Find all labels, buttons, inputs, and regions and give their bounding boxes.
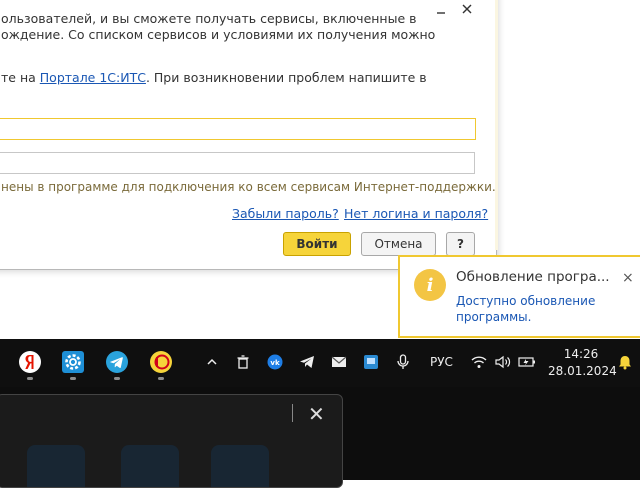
notification-close-icon[interactable]: × <box>622 270 634 286</box>
microphone-icon[interactable] <box>394 353 412 371</box>
info-icon: i <box>414 269 446 301</box>
taskbar: vk РУС 14:26 28.01.2024 <box>0 339 640 387</box>
portal-text-suffix: . При возникновении проблем напишите в <box>145 70 427 85</box>
forgot-password-link[interactable]: Забыли пароль? <box>232 206 339 221</box>
wifi-icon[interactable] <box>470 353 488 371</box>
yandex-browser-icon[interactable] <box>17 349 43 375</box>
telegram-icon[interactable] <box>104 349 130 375</box>
chevron-up-icon[interactable] <box>203 353 221 371</box>
app-running-indicator <box>27 377 33 380</box>
intro-text-line-1: ользователей, и вы сможете получать серв… <box>1 11 417 26</box>
update-notification[interactable]: i Обновление програ... × Доступно обновл… <box>398 255 640 338</box>
notification-text[interactable]: Доступно обновление программы. <box>456 293 626 325</box>
close-icon[interactable] <box>455 1 479 17</box>
volume-icon[interactable] <box>494 353 512 371</box>
telegram-tray-icon[interactable] <box>298 353 316 371</box>
notification-bell-icon[interactable] <box>616 353 634 371</box>
preview-close-icon[interactable]: ✕ <box>308 402 325 426</box>
notification-title: Обновление програ... <box>456 269 610 285</box>
portal-text: те на Портале 1С:ИТС. При возникновении … <box>1 70 427 85</box>
clock[interactable]: 14:26 28.01.2024 <box>548 346 617 380</box>
separator <box>292 404 293 422</box>
app-running-indicator <box>70 377 76 380</box>
no-login-link[interactable]: Нет логина и пароля? <box>344 206 488 221</box>
app-running-indicator <box>158 377 164 380</box>
cancel-button[interactable]: Отмена <box>361 232 436 256</box>
battery-charging-icon[interactable] <box>518 353 536 371</box>
intro-text-line-2: ождение. Со списком сервисов и условиями… <box>1 27 436 42</box>
background-panel-edge <box>495 0 498 250</box>
portal-its-link[interactable]: Портале 1С:ИТС <box>40 70 146 85</box>
task-preview-window[interactable]: ✕ <box>0 394 343 488</box>
clock-time: 14:26 <box>563 347 599 361</box>
login-input[interactable] <box>0 120 475 140</box>
portal-text-prefix: те на <box>1 70 40 85</box>
settings-icon[interactable] <box>60 349 86 375</box>
mail-icon[interactable] <box>330 353 348 371</box>
password-field[interactable] <box>0 152 475 174</box>
trash-icon[interactable] <box>234 353 252 371</box>
language-indicator[interactable]: РУС <box>430 355 453 369</box>
help-button[interactable]: ? <box>446 232 475 256</box>
minimize-icon[interactable] <box>429 1 453 17</box>
preview-tile <box>211 445 269 487</box>
vk-icon[interactable]: vk <box>266 353 284 371</box>
preview-tile <box>121 445 179 487</box>
login-field[interactable] <box>0 118 476 140</box>
password-input[interactable] <box>0 154 474 174</box>
1c-enterprise-icon[interactable] <box>148 349 174 375</box>
clock-date: 28.01.2024 <box>548 364 617 378</box>
login-button[interactable]: Войти <box>283 232 351 256</box>
preview-tile <box>27 445 85 487</box>
save-credentials-note: нены в программе для подключения ко всем… <box>1 180 496 194</box>
app-running-indicator <box>114 377 120 380</box>
svg-text:vk: vk <box>270 359 280 367</box>
its-login-dialog: ользователей, и вы сможете получать серв… <box>0 0 497 270</box>
app-tray-icon[interactable] <box>362 353 380 371</box>
